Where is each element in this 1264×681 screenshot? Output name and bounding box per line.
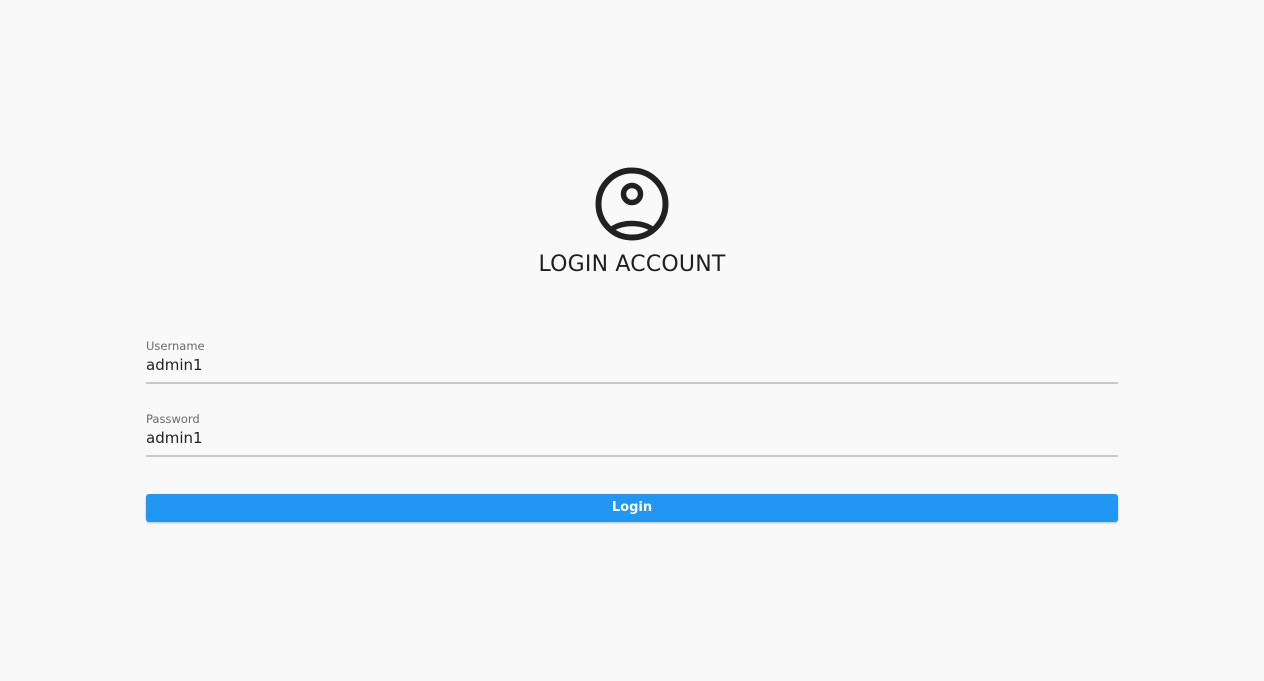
password-input[interactable] bbox=[146, 427, 1118, 449]
username-field: Username bbox=[146, 336, 1118, 384]
password-label: Password bbox=[146, 412, 200, 426]
page-title: LOGIN ACCOUNT bbox=[538, 252, 726, 277]
login-page: LOGIN ACCOUNT Username Password Login bbox=[0, 0, 1264, 681]
password-field: Password bbox=[146, 409, 1118, 457]
username-label: Username bbox=[146, 339, 205, 353]
account-circle-icon bbox=[594, 166, 670, 242]
username-input[interactable] bbox=[146, 354, 1118, 376]
login-button[interactable]: Login bbox=[146, 494, 1118, 522]
